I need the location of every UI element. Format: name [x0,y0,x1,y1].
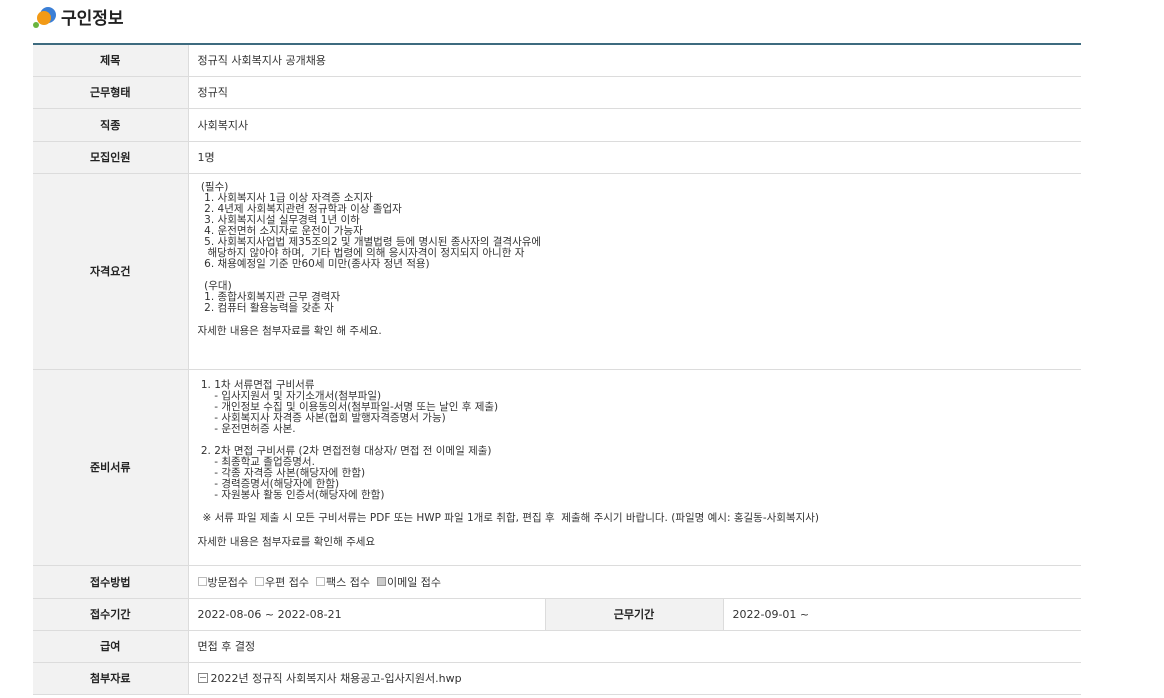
label-headcount: 모집인원 [33,141,189,174]
label-apply-method: 접수방법 [33,565,189,599]
job-info-table: 제목 정규직 사회복지사 공개채용 근무형태 정규직 직종 사회복지사 모집인원… [33,43,1082,695]
option-visit-label: 방문접수 [207,575,248,589]
documents-body: 1. 1차 서류면접 구비서류 - 입사지원서 및 자기소개서(첨부파일) - … [200,378,499,501]
row-apply-method: 접수방법 방문접수 우편 접수 팩스 접수 이메일 접수 [33,565,1082,599]
qualifications-body: (필수) 1. 사회복지사 1급 이상 자격증 소지자 2. 4년제 사회복지관… [200,180,542,314]
apply-method-options: 방문접수 우편 접수 팩스 접수 이메일 접수 [197,574,1073,590]
value-title: 정규직 사회복지사 공개채용 [188,44,1082,77]
value-salary: 면접 후 결정 [188,630,1082,663]
row-qualifications: 자격요건 (필수) 1. 사회복지사 1급 이상 자격증 소지자 2. 4년제 … [33,173,1082,370]
row-salary: 급여 면접 후 결정 [33,630,1082,663]
option-fax[interactable]: 팩스 접수 [315,574,370,590]
label-apply-period: 접수기간 [33,598,189,631]
value-headcount: 1명 [188,141,1082,174]
value-job: 사회복지사 [188,108,1082,142]
documents-notice: ※ 서류 파일 제출 시 모든 구비서류는 PDF 또는 HWP 파일 1개로 … [202,511,820,524]
section-title: 구인정보 [61,9,124,29]
option-fax-label: 팩스 접수 [325,575,370,589]
row-headcount: 모집인원 1명 [33,141,1082,174]
documents-note: 자세한 내용은 첨부자료를 확인해 주세요 [197,535,376,548]
checkbox-fax[interactable] [315,577,325,586]
value-work-type: 정규직 [188,76,1082,109]
checkbox-email[interactable] [376,577,386,586]
row-attachment: 첨부자료 2022년 정규직 사회복지사 채용공고-입사지원서.hwp [33,662,1082,695]
label-job: 직종 [33,108,189,142]
option-visit[interactable]: 방문접수 [197,574,248,590]
checkbox-visit[interactable] [197,577,207,586]
label-documents: 준비서류 [33,369,189,566]
option-email[interactable]: 이메일 접수 [376,574,442,590]
row-periods: 접수기간 2022-08-06 ~ 2022-08-21 근무기간 2022-0… [33,598,1082,631]
label-work-period: 근무기간 [544,598,724,631]
label-salary: 급여 [33,630,189,663]
option-mail[interactable]: 우편 접수 [254,574,309,590]
label-title: 제목 [33,44,189,77]
row-title: 제목 정규직 사회복지사 공개채용 [33,44,1082,77]
section-header: 구인정보 [33,4,124,29]
checkbox-mail[interactable] [254,577,264,586]
logo-icon [33,5,59,29]
qualifications-note: 자세한 내용은 첨부자료를 확인 해 주세요. [197,324,382,337]
option-email-label: 이메일 접수 [386,575,442,589]
label-work-type: 근무형태 [33,76,189,109]
row-documents: 준비서류 1. 1차 서류면접 구비서류 - 입사지원서 및 자기소개서(첨부파… [33,369,1082,566]
value-work-period: 2022-09-01 ~ [723,598,1082,631]
value-apply-period: 2022-08-06 ~ 2022-08-21 [188,598,545,631]
label-attachment: 첨부자료 [33,662,189,695]
row-job: 직종 사회복지사 [33,108,1082,142]
file-icon [197,673,208,683]
option-mail-label: 우편 접수 [264,575,309,589]
label-qualifications: 자격요건 [33,173,189,370]
attachment-link[interactable]: 2022년 정규직 사회복지사 채용공고-입사지원서.hwp [211,672,462,685]
row-work-type: 근무형태 정규직 [33,76,1082,109]
